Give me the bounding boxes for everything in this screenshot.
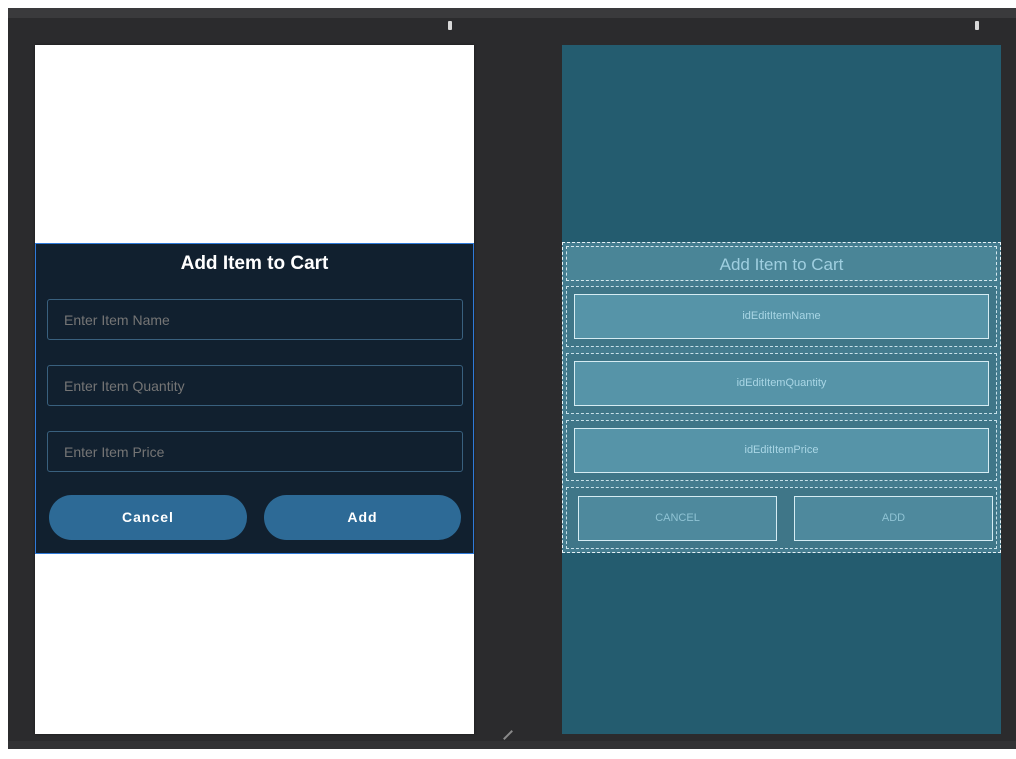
dialog-title: Add Item to Cart bbox=[180, 253, 329, 274]
design-preview[interactable]: Add Item to Cart Cancel Add bbox=[35, 45, 474, 734]
blueprint-item-price-field[interactable]: idEditItemPrice bbox=[574, 428, 989, 473]
blueprint-title-box[interactable]: Add Item to Cart bbox=[566, 246, 997, 281]
blueprint-dialog[interactable]: Add Item to Cart idEditItemName idEditIt… bbox=[562, 242, 1001, 553]
blueprint-drag-handle-icon[interactable] bbox=[975, 21, 979, 30]
blueprint-item-quantity-row[interactable]: idEditItemQuantity bbox=[566, 353, 997, 414]
blueprint-cancel-button[interactable]: CANCEL bbox=[578, 496, 777, 541]
blueprint-item-quantity-field[interactable]: idEditItemQuantity bbox=[574, 361, 989, 406]
blueprint-preview[interactable]: Add Item to Cart idEditItemName idEditIt… bbox=[562, 45, 1001, 734]
add-button[interactable]: Add bbox=[264, 495, 461, 540]
editor-top-bar bbox=[8, 8, 1016, 18]
editor-bottom-bar bbox=[8, 741, 1016, 749]
blueprint-item-name-row[interactable]: idEditItemName bbox=[566, 286, 997, 347]
layout-editor-canvas: Add Item to Cart Cancel Add Add Item to … bbox=[8, 8, 1016, 749]
item-name-field[interactable] bbox=[47, 299, 463, 340]
item-quantity-field[interactable] bbox=[47, 365, 463, 406]
design-drag-handle-icon[interactable] bbox=[448, 21, 452, 30]
blueprint-title: Add Item to Cart bbox=[719, 255, 844, 274]
add-item-dialog[interactable]: Add Item to Cart Cancel Add bbox=[35, 243, 474, 554]
resize-handle-icon[interactable] bbox=[503, 730, 513, 740]
blueprint-item-name-field[interactable]: idEditItemName bbox=[574, 294, 989, 339]
cancel-button[interactable]: Cancel bbox=[49, 495, 247, 540]
blueprint-add-button[interactable]: ADD bbox=[794, 496, 993, 541]
blueprint-item-price-row[interactable]: idEditItemPrice bbox=[566, 420, 997, 481]
item-price-field[interactable] bbox=[47, 431, 463, 472]
blueprint-buttons-row[interactable]: CANCEL ADD bbox=[566, 487, 997, 549]
